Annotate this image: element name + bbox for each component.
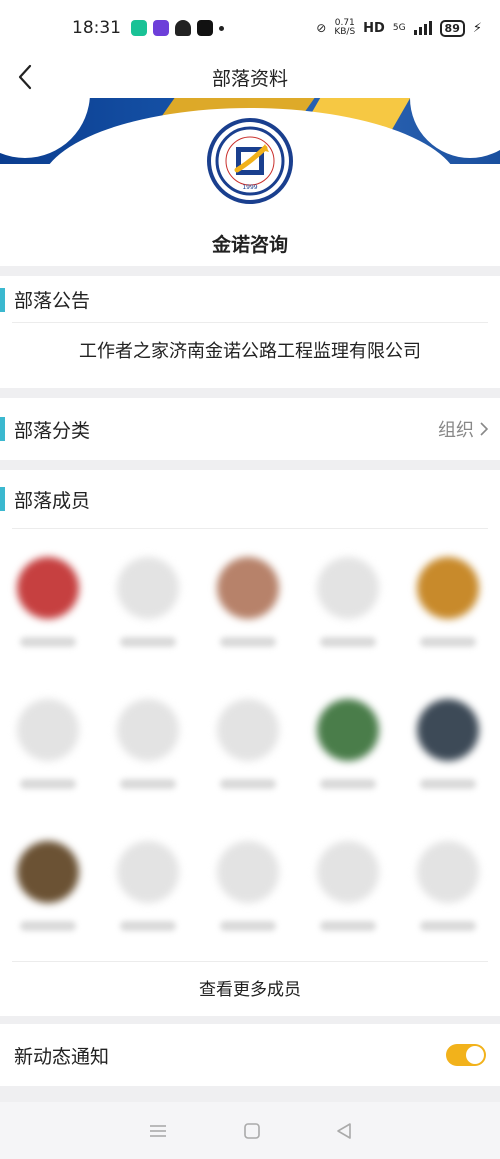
- members-section: 部落成员 查看更多成员: [0, 470, 500, 1016]
- chevron-left-icon: [18, 64, 32, 90]
- nfc-icon: ⊘: [316, 21, 327, 35]
- member-name-blurred: [420, 779, 476, 789]
- app-notification-icon: [175, 20, 191, 36]
- notify-label: 新动态通知: [14, 1045, 110, 1068]
- avatar: [317, 699, 379, 761]
- category-row[interactable]: 部落分类 组织: [0, 398, 500, 460]
- toggle-knob: [466, 1046, 484, 1064]
- notify-row: 新动态通知: [0, 1024, 500, 1086]
- section-accent-bar: [0, 417, 5, 441]
- member-name-blurred: [20, 637, 76, 647]
- charging-icon: ⚡: [472, 20, 482, 36]
- hd-indicator: HD: [363, 20, 385, 36]
- member-item[interactable]: [208, 557, 288, 677]
- menu-icon[interactable]: [148, 1123, 168, 1139]
- back-button[interactable]: [8, 60, 42, 94]
- member-name-blurred: [20, 921, 76, 931]
- member-item[interactable]: [108, 841, 188, 961]
- net-speed: 0.71 KB/S: [334, 18, 356, 37]
- avatar: [417, 699, 479, 761]
- section-accent-bar: [0, 288, 5, 312]
- member-item[interactable]: [408, 699, 488, 819]
- member-name-blurred: [420, 921, 476, 931]
- member-item[interactable]: [8, 699, 88, 819]
- app-notification-icon: [131, 20, 147, 36]
- member-name-blurred: [220, 921, 276, 931]
- back-triangle-icon[interactable]: [336, 1122, 352, 1140]
- avatar: [417, 841, 479, 903]
- section-header: 部落公告: [0, 276, 500, 322]
- member-name-blurred: [320, 921, 376, 931]
- section-header: 部落分类 组织: [0, 398, 500, 460]
- members-title: 部落成员: [14, 489, 91, 512]
- member-item[interactable]: [308, 841, 388, 961]
- signal-icon: [413, 21, 432, 35]
- avatar: [17, 699, 79, 761]
- member-name-blurred: [220, 779, 276, 789]
- section-header: 部落成员: [0, 470, 500, 528]
- avatar: [217, 841, 279, 903]
- member-name-blurred: [220, 637, 276, 647]
- member-item[interactable]: [8, 557, 88, 677]
- avatar: [317, 841, 379, 903]
- member-item[interactable]: [408, 841, 488, 961]
- svg-text:1999: 1999: [242, 184, 257, 191]
- chevron-right-icon: [480, 422, 488, 436]
- notice-title: 部落公告: [14, 289, 91, 312]
- network-type: 5G: [392, 23, 406, 33]
- avatar: [17, 557, 79, 619]
- member-item[interactable]: [108, 699, 188, 819]
- member-item[interactable]: [108, 557, 188, 677]
- member-name-blurred: [120, 779, 176, 789]
- status-bar: 18:31 ⊘ 0.71 KB/S HD 5G 89 ⚡: [0, 0, 500, 56]
- avatar: [217, 557, 279, 619]
- member-item[interactable]: [208, 699, 288, 819]
- category-title: 部落分类: [14, 419, 91, 442]
- avatar: [117, 699, 179, 761]
- battery-icon: 89: [439, 19, 465, 37]
- avatar: [117, 841, 179, 903]
- section-accent-bar: [0, 487, 5, 511]
- member-item[interactable]: [8, 841, 88, 961]
- home-icon[interactable]: [243, 1122, 261, 1140]
- group-logo[interactable]: 1999: [207, 118, 293, 204]
- notification-icons: [131, 20, 224, 36]
- section-header: 新动态通知: [0, 1024, 500, 1086]
- member-name-blurred: [120, 637, 176, 647]
- avatar: [217, 699, 279, 761]
- category-value[interactable]: 组织: [438, 416, 488, 442]
- notice-section: 部落公告 工作者之家济南金诺公路工程监理有限公司: [0, 276, 500, 388]
- system-nav-bar: [0, 1102, 500, 1159]
- group-header: 1999 金诺咨询: [0, 98, 500, 266]
- members-grid: [0, 529, 500, 961]
- member-item[interactable]: [308, 699, 388, 819]
- avatar: [117, 557, 179, 619]
- avatar: [17, 841, 79, 903]
- member-item[interactable]: [408, 557, 488, 677]
- more-notifications-dot: [219, 25, 224, 31]
- notice-text: 工作者之家济南金诺公路工程监理有限公司: [79, 341, 421, 362]
- view-more-members-button[interactable]: 查看更多成员: [0, 962, 500, 1012]
- group-name: 金诺咨询: [211, 234, 288, 256]
- nav-bar: 部落资料: [0, 56, 500, 98]
- member-name-blurred: [20, 779, 76, 789]
- avatar: [317, 557, 379, 619]
- avatar: [417, 557, 479, 619]
- member-name-blurred: [320, 779, 376, 789]
- status-time: 18:31: [72, 18, 121, 38]
- member-name-blurred: [420, 637, 476, 647]
- tiktok-icon: [197, 20, 213, 36]
- notify-toggle[interactable]: [446, 1044, 486, 1066]
- member-item[interactable]: [308, 557, 388, 677]
- member-item[interactable]: [208, 841, 288, 961]
- page-title: 部落资料: [211, 67, 288, 90]
- app-notification-icon: [153, 20, 169, 36]
- member-name-blurred: [320, 637, 376, 647]
- company-logo-icon: 1999: [215, 126, 285, 196]
- member-name-blurred: [120, 921, 176, 931]
